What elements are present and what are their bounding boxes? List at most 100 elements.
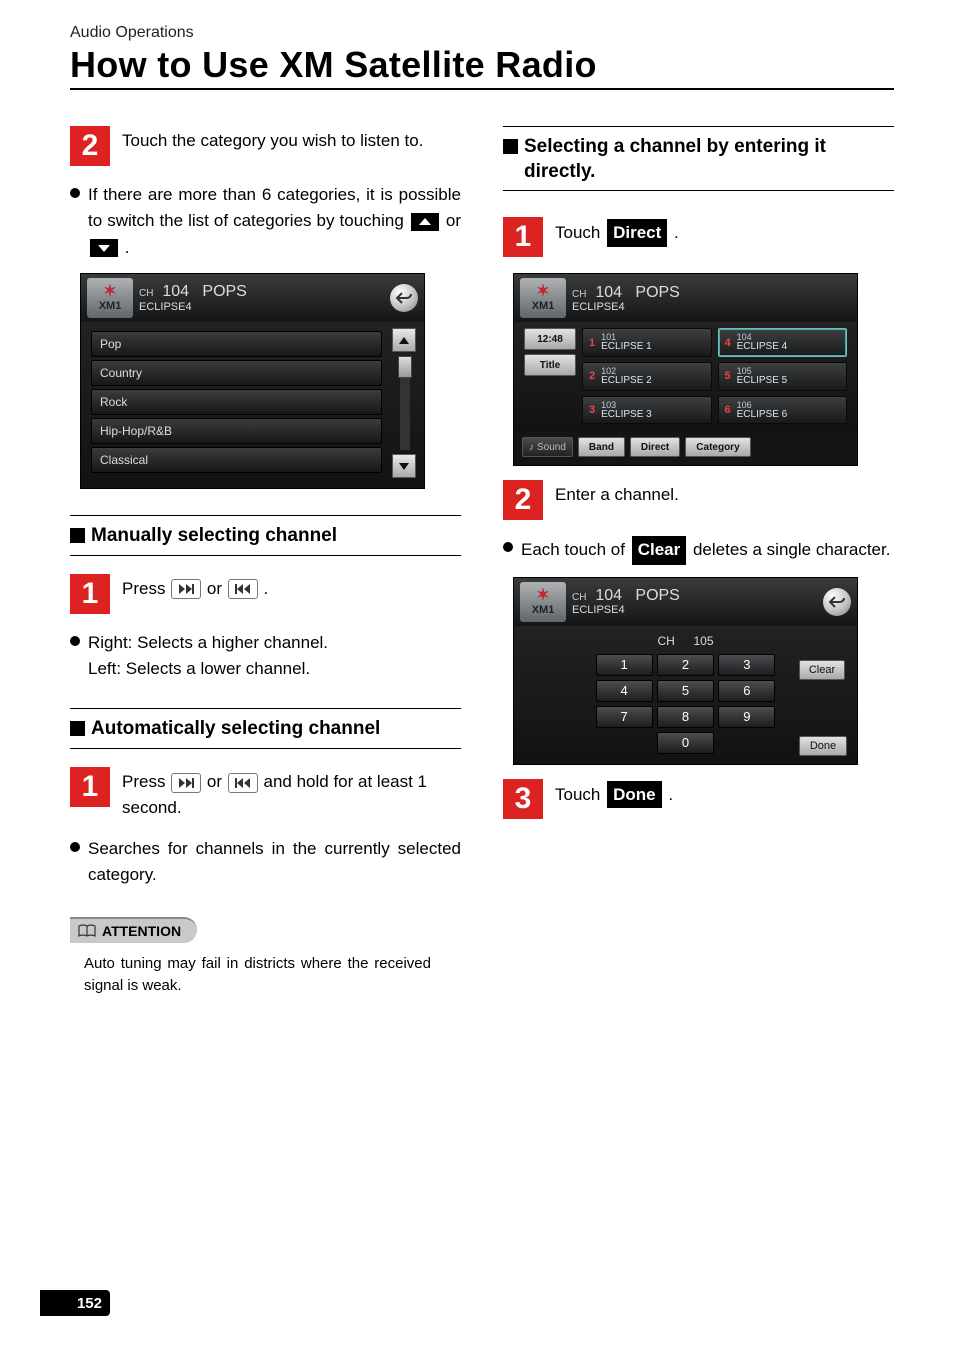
numkey-3[interactable]: 3 (718, 654, 775, 676)
numkey-7[interactable]: 7 (596, 706, 653, 728)
preset-num: 5 (725, 370, 731, 382)
genre-label: POPS (635, 587, 679, 604)
section-rule (70, 555, 461, 556)
clear-bullet: Each touch of Clear deletes a single cha… (521, 536, 894, 564)
numkey-6[interactable]: 6 (718, 680, 775, 702)
time-display: 12:48 (524, 328, 576, 350)
ch-number: 104 (595, 587, 622, 604)
section-rule (70, 708, 461, 709)
category-row-pop[interactable]: Pop (91, 331, 382, 357)
xm-band-label: XM1 (99, 300, 122, 312)
section-rule (70, 748, 461, 749)
station-name: ECLIPSE4 (572, 301, 680, 313)
station-name: ECLIPSE4 (572, 604, 680, 616)
xm-badge[interactable]: ✶ XM1 (520, 582, 566, 622)
done-button-label: Done (607, 781, 662, 809)
step-badge-2: 2 (70, 126, 110, 166)
step-badge-2: 2 (503, 480, 543, 520)
preset-5[interactable]: 5105ECLIPSE 5 (718, 362, 848, 391)
bullet-text-a: If there are more than 6 categories, it … (88, 185, 461, 230)
text-right-higher: Right: Selects a higher channel. (88, 630, 461, 656)
bullet-disc (70, 636, 80, 646)
return-button[interactable] (390, 284, 418, 312)
bullet-disc (503, 542, 513, 552)
direct-button-label: Direct (607, 219, 667, 247)
scroll-up-button[interactable] (392, 328, 416, 352)
text-period: . (674, 223, 679, 242)
numkey-2[interactable]: 2 (657, 654, 714, 676)
direct-step3-text: Touch Done . (555, 779, 673, 809)
numkey-5[interactable]: 5 (657, 680, 714, 702)
category-row-classical[interactable]: Classical (91, 447, 382, 473)
done-button[interactable]: Done (799, 736, 847, 756)
preset-name: ECLIPSE 2 (601, 376, 652, 386)
return-button[interactable] (823, 588, 851, 616)
return-icon (396, 292, 412, 304)
prev-track-icon (228, 579, 258, 599)
xm-badge[interactable]: ✶ XM1 (520, 278, 566, 318)
numkey-0[interactable]: 0 (657, 732, 714, 754)
text-or: or (207, 579, 227, 598)
attention-text: Auto tuning may fail in districts where … (84, 953, 431, 998)
category-row-country[interactable]: Country (91, 360, 382, 386)
preset-2[interactable]: 2102ECLIPSE 2 (582, 362, 712, 391)
text-touch: Touch (555, 785, 605, 804)
ch-number: 104 (595, 284, 622, 301)
text-press: Press (122, 772, 170, 791)
scrollbar-thumb[interactable] (398, 356, 412, 378)
sound-button[interactable]: ♪Sound (522, 437, 573, 457)
ch-label: CH (139, 288, 153, 299)
xm-badge[interactable]: ✶ XM1 (87, 278, 133, 318)
numkey-4[interactable]: 4 (596, 680, 653, 702)
step-badge-1: 1 (70, 574, 110, 614)
category-row-hiphop[interactable]: Hip-Hop/R&B (91, 418, 382, 444)
down-arrow-icon (90, 239, 118, 257)
ch-label: CH (572, 592, 586, 603)
attention-chip: ATTENTION (70, 917, 197, 943)
section-direct-title: Selecting a channel by entering it direc… (524, 135, 894, 184)
title-rule (70, 88, 894, 90)
preset-4[interactable]: 4104ECLIPSE 4 (718, 328, 848, 357)
numkey-8[interactable]: 8 (657, 706, 714, 728)
numkey-9[interactable]: 9 (718, 706, 775, 728)
scroll-down-button[interactable] (392, 454, 416, 478)
preset-num: 3 (589, 404, 595, 416)
band-button[interactable]: Band (578, 437, 625, 457)
text-period: . (668, 785, 673, 804)
preset-6[interactable]: 6106ECLIPSE 6 (718, 396, 848, 425)
text-deletes: deletes a single character. (693, 540, 891, 559)
auto-bullet: Searches for channels in the currently s… (88, 836, 461, 889)
screenshot-numeric-entry: ✶ XM1 CH 104 POPS ECLIPSE4 CH 105 (513, 577, 858, 765)
section-auto-title: Automatically selecting channel (91, 717, 380, 742)
up-arrow-icon (411, 213, 439, 231)
section-rule (503, 190, 894, 191)
preset-3[interactable]: 3103ECLIPSE 3 (582, 396, 712, 425)
breadcrumb: Audio Operations (70, 24, 894, 42)
preset-name: ECLIPSE 5 (737, 376, 788, 386)
station-name: ECLIPSE4 (139, 301, 247, 313)
category-row-rock[interactable]: Rock (91, 389, 382, 415)
section-rule (503, 126, 894, 127)
next-track-icon (171, 773, 201, 793)
numkey-1[interactable]: 1 (596, 654, 653, 676)
direct-step2-text: Enter a channel. (555, 480, 679, 508)
satellite-icon: ✶ (536, 284, 549, 300)
bullet-disc (70, 188, 80, 198)
preset-1[interactable]: 1101ECLIPSE 1 (582, 328, 712, 357)
step-2-text: Touch the category you wish to listen to… (122, 126, 423, 154)
text-period: . (264, 579, 269, 598)
text-left-lower: Left: Selects a lower channel. (88, 656, 461, 682)
attention-label: ATTENTION (102, 923, 181, 939)
direct-button[interactable]: Direct (630, 437, 680, 457)
section-manual-title: Manually selecting channel (91, 524, 337, 549)
category-button[interactable]: Category (685, 437, 750, 457)
clear-button-label: Clear (632, 536, 687, 564)
auto-step1-text: Press or and hold for at least 1 second. (122, 767, 461, 820)
text-press: Press (122, 579, 170, 598)
section-rule (70, 515, 461, 516)
bullet-category-switch: If there are more than 6 categories, it … (88, 182, 461, 261)
genre-label: POPS (635, 284, 679, 301)
clear-button[interactable]: Clear (799, 660, 845, 680)
title-button[interactable]: Title (524, 354, 576, 376)
direct-step1-text: Touch Direct . (555, 217, 679, 247)
